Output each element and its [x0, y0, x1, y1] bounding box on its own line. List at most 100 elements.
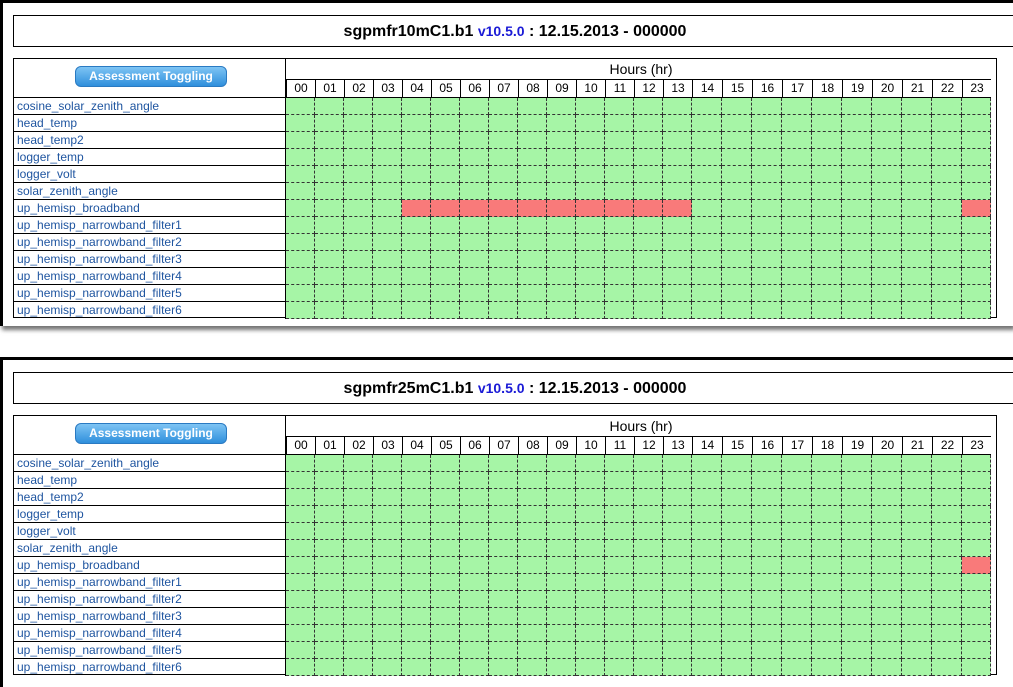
ok-hour-cell[interactable] [663, 591, 692, 608]
ok-hour-cell[interactable] [782, 455, 812, 472]
ok-hour-cell[interactable] [402, 608, 431, 625]
ok-hour-cell[interactable] [431, 217, 460, 234]
variable-link[interactable]: up_hemisp_narrowband_filter5 [14, 642, 286, 659]
ok-hour-cell[interactable] [872, 659, 902, 676]
ok-hour-cell[interactable] [489, 506, 518, 523]
ok-hour-cell[interactable] [722, 523, 752, 540]
ok-hour-cell[interactable] [344, 557, 373, 574]
ok-hour-cell[interactable] [344, 642, 373, 659]
ok-hour-cell[interactable] [431, 268, 460, 285]
ok-hour-cell[interactable] [489, 115, 518, 132]
ok-hour-cell[interactable] [902, 200, 932, 217]
ok-hour-cell[interactable] [932, 557, 962, 574]
ok-hour-cell[interactable] [842, 540, 872, 557]
ok-hour-cell[interactable] [782, 472, 812, 489]
ok-hour-cell[interactable] [373, 642, 402, 659]
ok-hour-cell[interactable] [722, 115, 752, 132]
ok-hour-cell[interactable] [663, 234, 692, 251]
ok-hour-cell[interactable] [402, 98, 431, 115]
ok-hour-cell[interactable] [605, 285, 634, 302]
ok-hour-cell[interactable] [663, 285, 692, 302]
ok-hour-cell[interactable] [518, 642, 547, 659]
ok-hour-cell[interactable] [315, 489, 344, 506]
ok-hour-cell[interactable] [344, 659, 373, 676]
ok-hour-cell[interactable] [460, 489, 489, 506]
ok-hour-cell[interactable] [373, 98, 402, 115]
ok-hour-cell[interactable] [576, 455, 605, 472]
ok-hour-cell[interactable] [547, 149, 576, 166]
ok-hour-cell[interactable] [489, 132, 518, 149]
ok-hour-cell[interactable] [692, 183, 722, 200]
ok-hour-cell[interactable] [663, 251, 692, 268]
ok-hour-cell[interactable] [634, 625, 663, 642]
ok-hour-cell[interactable] [663, 574, 692, 591]
ok-hour-cell[interactable] [373, 659, 402, 676]
ok-hour-cell[interactable] [722, 166, 752, 183]
ok-hour-cell[interactable] [518, 489, 547, 506]
ok-hour-cell[interactable] [576, 166, 605, 183]
ok-hour-cell[interactable] [872, 489, 902, 506]
ok-hour-cell[interactable] [518, 472, 547, 489]
ok-hour-cell[interactable] [842, 574, 872, 591]
ok-hour-cell[interactable] [605, 608, 634, 625]
ok-hour-cell[interactable] [315, 591, 344, 608]
ok-hour-cell[interactable] [842, 251, 872, 268]
flagged-hour-cell[interactable] [634, 200, 663, 217]
variable-link[interactable]: logger_temp [14, 506, 286, 523]
ok-hour-cell[interactable] [518, 591, 547, 608]
ok-hour-cell[interactable] [489, 268, 518, 285]
ok-hour-cell[interactable] [812, 574, 842, 591]
ok-hour-cell[interactable] [752, 625, 782, 642]
ok-hour-cell[interactable] [634, 455, 663, 472]
ok-hour-cell[interactable] [842, 557, 872, 574]
ok-hour-cell[interactable] [431, 642, 460, 659]
ok-hour-cell[interactable] [842, 472, 872, 489]
ok-hour-cell[interactable] [315, 268, 344, 285]
flagged-hour-cell[interactable] [605, 200, 634, 217]
ok-hour-cell[interactable] [932, 132, 962, 149]
ok-hour-cell[interactable] [842, 608, 872, 625]
ok-hour-cell[interactable] [286, 523, 315, 540]
ok-hour-cell[interactable] [872, 166, 902, 183]
ok-hour-cell[interactable] [663, 506, 692, 523]
ok-hour-cell[interactable] [812, 642, 842, 659]
ok-hour-cell[interactable] [842, 642, 872, 659]
ok-hour-cell[interactable] [932, 268, 962, 285]
ok-hour-cell[interactable] [962, 472, 991, 489]
ok-hour-cell[interactable] [842, 506, 872, 523]
ok-hour-cell[interactable] [402, 489, 431, 506]
ok-hour-cell[interactable] [605, 659, 634, 676]
ok-hour-cell[interactable] [547, 472, 576, 489]
ok-hour-cell[interactable] [518, 557, 547, 574]
ok-hour-cell[interactable] [902, 506, 932, 523]
ok-hour-cell[interactable] [752, 149, 782, 166]
ok-hour-cell[interactable] [663, 98, 692, 115]
ok-hour-cell[interactable] [576, 251, 605, 268]
ok-hour-cell[interactable] [402, 472, 431, 489]
ok-hour-cell[interactable] [842, 659, 872, 676]
ok-hour-cell[interactable] [752, 302, 782, 319]
ok-hour-cell[interactable] [663, 115, 692, 132]
ok-hour-cell[interactable] [489, 557, 518, 574]
ok-hour-cell[interactable] [605, 268, 634, 285]
ok-hour-cell[interactable] [872, 591, 902, 608]
ok-hour-cell[interactable] [722, 608, 752, 625]
ok-hour-cell[interactable] [547, 591, 576, 608]
ok-hour-cell[interactable] [812, 523, 842, 540]
ok-hour-cell[interactable] [460, 268, 489, 285]
ok-hour-cell[interactable] [872, 132, 902, 149]
ok-hour-cell[interactable] [344, 200, 373, 217]
ok-hour-cell[interactable] [902, 625, 932, 642]
ok-hour-cell[interactable] [752, 98, 782, 115]
ok-hour-cell[interactable] [932, 506, 962, 523]
ok-hour-cell[interactable] [812, 540, 842, 557]
ok-hour-cell[interactable] [692, 115, 722, 132]
ok-hour-cell[interactable] [902, 523, 932, 540]
ok-hour-cell[interactable] [812, 149, 842, 166]
ok-hour-cell[interactable] [902, 268, 932, 285]
ok-hour-cell[interactable] [872, 217, 902, 234]
ok-hour-cell[interactable] [932, 608, 962, 625]
ok-hour-cell[interactable] [782, 506, 812, 523]
ok-hour-cell[interactable] [431, 574, 460, 591]
ok-hour-cell[interactable] [932, 234, 962, 251]
